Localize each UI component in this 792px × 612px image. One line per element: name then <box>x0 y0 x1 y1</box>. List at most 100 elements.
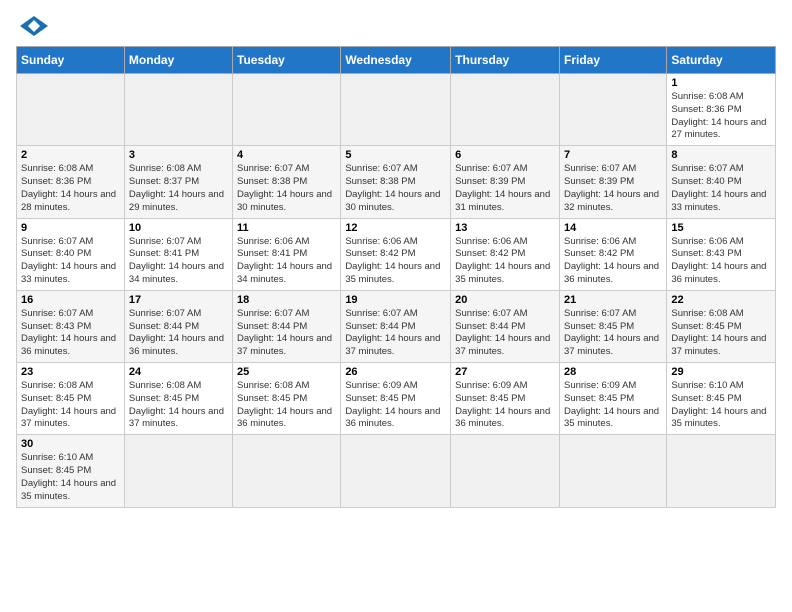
day-number: 16 <box>21 294 120 306</box>
day-number: 8 <box>671 149 771 161</box>
cell-info: Sunrise: 6:08 AMSunset: 8:45 PMDaylight:… <box>21 380 120 431</box>
calendar-cell: 24Sunrise: 6:08 AMSunset: 8:45 PMDayligh… <box>124 363 232 435</box>
cell-info: Sunrise: 6:07 AMSunset: 8:44 PMDaylight:… <box>345 308 446 359</box>
day-number: 2 <box>21 149 120 161</box>
calendar-cell: 30Sunrise: 6:10 AMSunset: 8:45 PMDayligh… <box>17 435 125 507</box>
day-number: 5 <box>345 149 446 161</box>
cell-info: Sunrise: 6:08 AMSunset: 8:37 PMDaylight:… <box>129 163 228 214</box>
week-row-3: 16 Sunrise: 6:07 AMSunset: 8:43 PMDayligh… <box>17 290 776 362</box>
day-number: 21 <box>564 294 662 306</box>
cell-info: Sunrise: 6:08 AMSunset: 8:36 PMDaylight:… <box>21 163 120 214</box>
calendar-cell: 14Sunrise: 6:06 AMSunset: 8:42 PMDayligh… <box>559 218 666 290</box>
day-number: 4 <box>237 149 336 161</box>
calendar-cell <box>341 435 451 507</box>
logo <box>16 16 48 36</box>
calendar-cell <box>341 74 451 146</box>
day-number: 7 <box>564 149 662 161</box>
week-row-1: 2 Sunrise: 6:08 AMSunset: 8:36 PMDaylight… <box>17 146 776 218</box>
calendar-cell: 11Sunrise: 6:06 AMSunset: 8:41 PMDayligh… <box>233 218 341 290</box>
cell-info: Sunrise: 6:07 AMSunset: 8:40 PMDaylight:… <box>21 236 120 287</box>
calendar-cell: 13Sunrise: 6:06 AMSunset: 8:42 PMDayligh… <box>451 218 560 290</box>
week-row-2: 9 Sunrise: 6:07 AMSunset: 8:40 PMDaylight… <box>17 218 776 290</box>
day-number: 18 <box>237 294 336 306</box>
week-row-5: 30Sunrise: 6:10 AMSunset: 8:45 PMDayligh… <box>17 435 776 507</box>
calendar-cell <box>667 435 776 507</box>
cell-info: Sunrise: 6:10 AMSunset: 8:45 PMDaylight:… <box>21 452 120 503</box>
day-number: 3 <box>129 149 228 161</box>
day-number: 17 <box>129 294 228 306</box>
header-sunday: Sunday <box>17 47 125 74</box>
calendar-cell: 26 Sunrise: 6:09 AMSunset: 8:45 PMDayligh… <box>341 363 451 435</box>
day-number: 15 <box>671 222 771 234</box>
calendar-cell <box>451 435 560 507</box>
calendar-cell: 18 Sunrise: 6:07 AMSunset: 8:44 PMDayligh… <box>233 290 341 362</box>
day-number: 6 <box>455 149 555 161</box>
calendar-cell: 4 Sunrise: 6:07 AMSunset: 8:38 PMDaylight… <box>233 146 341 218</box>
calendar-cell: 17Sunrise: 6:07 AMSunset: 8:44 PMDayligh… <box>124 290 232 362</box>
cell-info: Sunrise: 6:09 AMSunset: 8:45 PMDaylight:… <box>455 380 555 431</box>
calendar-header: SundayMondayTuesdayWednesdayThursdayFrid… <box>17 47 776 74</box>
day-number: 12 <box>345 222 446 234</box>
calendar-body: 1 Sunrise: 6:08 AMSunset: 8:36 PMDaylight… <box>17 74 776 508</box>
calendar-cell: 20 Sunrise: 6:07 AMSunset: 8:44 PMDayligh… <box>451 290 560 362</box>
day-number: 24 <box>129 366 228 378</box>
cell-info: Sunrise: 6:07 AMSunset: 8:38 PMDaylight:… <box>237 163 336 214</box>
header-tuesday: Tuesday <box>233 47 341 74</box>
calendar-cell: 12 Sunrise: 6:06 AMSunset: 8:42 PMDayligh… <box>341 218 451 290</box>
day-number: 29 <box>671 366 771 378</box>
logo-icon <box>20 16 48 36</box>
day-number: 10 <box>129 222 228 234</box>
calendar-cell: 15Sunrise: 6:06 AMSunset: 8:43 PMDayligh… <box>667 218 776 290</box>
header-monday: Monday <box>124 47 232 74</box>
cell-info: Sunrise: 6:08 AMSunset: 8:45 PMDaylight:… <box>671 308 771 359</box>
calendar-cell <box>559 435 666 507</box>
calendar-cell <box>17 74 125 146</box>
day-number: 9 <box>21 222 120 234</box>
cell-info: Sunrise: 6:07 AMSunset: 8:39 PMDaylight:… <box>564 163 662 214</box>
day-number: 28 <box>564 366 662 378</box>
cell-info: Sunrise: 6:07 AMSunset: 8:39 PMDaylight:… <box>455 163 555 214</box>
calendar-cell <box>559 74 666 146</box>
cell-info: Sunrise: 6:07 AMSunset: 8:45 PMDaylight:… <box>564 308 662 359</box>
calendar-cell: 6 Sunrise: 6:07 AMSunset: 8:39 PMDaylight… <box>451 146 560 218</box>
header-wednesday: Wednesday <box>341 47 451 74</box>
calendar-cell: 19Sunrise: 6:07 AMSunset: 8:44 PMDayligh… <box>341 290 451 362</box>
day-number: 25 <box>237 366 336 378</box>
cell-info: Sunrise: 6:07 AMSunset: 8:43 PMDaylight:… <box>21 308 120 359</box>
week-row-0: 1 Sunrise: 6:08 AMSunset: 8:36 PMDaylight… <box>17 74 776 146</box>
cell-info: Sunrise: 6:07 AMSunset: 8:41 PMDaylight:… <box>129 236 228 287</box>
calendar-cell: 28 Sunrise: 6:09 AMSunset: 8:45 PMDayligh… <box>559 363 666 435</box>
cell-info: Sunrise: 6:07 AMSunset: 8:38 PMDaylight:… <box>345 163 446 214</box>
cell-info: Sunrise: 6:06 AMSunset: 8:42 PMDaylight:… <box>345 236 446 287</box>
header-friday: Friday <box>559 47 666 74</box>
cell-info: Sunrise: 6:08 AMSunset: 8:45 PMDaylight:… <box>237 380 336 431</box>
calendar-cell: 3 Sunrise: 6:08 AMSunset: 8:37 PMDaylight… <box>124 146 232 218</box>
calendar-cell <box>124 74 232 146</box>
day-number: 20 <box>455 294 555 306</box>
cell-info: Sunrise: 6:09 AMSunset: 8:45 PMDaylight:… <box>564 380 662 431</box>
calendar-cell: 27Sunrise: 6:09 AMSunset: 8:45 PMDayligh… <box>451 363 560 435</box>
cell-info: Sunrise: 6:07 AMSunset: 8:40 PMDaylight:… <box>671 163 771 214</box>
day-number: 23 <box>21 366 120 378</box>
cell-info: Sunrise: 6:08 AMSunset: 8:36 PMDaylight:… <box>671 91 771 142</box>
calendar-cell <box>233 435 341 507</box>
header-row: SundayMondayTuesdayWednesdayThursdayFrid… <box>17 47 776 74</box>
cell-info: Sunrise: 6:07 AMSunset: 8:44 PMDaylight:… <box>237 308 336 359</box>
day-number: 13 <box>455 222 555 234</box>
cell-info: Sunrise: 6:09 AMSunset: 8:45 PMDaylight:… <box>345 380 446 431</box>
day-number: 26 <box>345 366 446 378</box>
calendar-cell <box>233 74 341 146</box>
calendar-cell: 7 Sunrise: 6:07 AMSunset: 8:39 PMDaylight… <box>559 146 666 218</box>
calendar-cell: 10 Sunrise: 6:07 AMSunset: 8:41 PMDayligh… <box>124 218 232 290</box>
cell-info: Sunrise: 6:07 AMSunset: 8:44 PMDaylight:… <box>455 308 555 359</box>
day-number: 14 <box>564 222 662 234</box>
calendar-cell: 22 Sunrise: 6:08 AMSunset: 8:45 PMDayligh… <box>667 290 776 362</box>
day-number: 22 <box>671 294 771 306</box>
calendar-cell: 21 Sunrise: 6:07 AMSunset: 8:45 PMDayligh… <box>559 290 666 362</box>
header-thursday: Thursday <box>451 47 560 74</box>
calendar-cell: 2 Sunrise: 6:08 AMSunset: 8:36 PMDaylight… <box>17 146 125 218</box>
page-header <box>16 16 776 36</box>
day-number: 1 <box>671 77 771 89</box>
calendar-cell: 16 Sunrise: 6:07 AMSunset: 8:43 PMDayligh… <box>17 290 125 362</box>
calendar-table: SundayMondayTuesdayWednesdayThursdayFrid… <box>16 46 776 508</box>
